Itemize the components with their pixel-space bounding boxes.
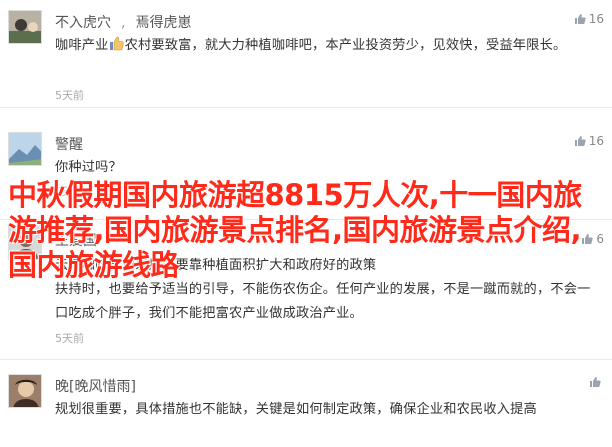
- avatar[interactable]: [8, 374, 42, 408]
- like-count: 16: [588, 12, 604, 26]
- thumbs-up-icon: [574, 14, 586, 24]
- overlay-headline[interactable]: 中秋假期国内旅游超8815万人次,十一国内旅游推荐,国内旅游景点排名,国内旅游景…: [8, 178, 608, 283]
- avatar[interactable]: [8, 132, 42, 166]
- thumbs-up-icon: [574, 136, 586, 146]
- username-separator: ,: [121, 15, 126, 31]
- comment-time: 5天前: [55, 332, 84, 345]
- comment-text-before: 咖啡产业: [55, 38, 109, 53]
- like-button[interactable]: 16: [574, 12, 604, 26]
- avatar-image-icon: [9, 375, 41, 407]
- like-button[interactable]: 16: [574, 134, 604, 148]
- thumbs-up-emoji-icon: [109, 34, 125, 58]
- comment-text: 咖啡产业 农村要致富，就大力种植咖啡吧，本产业投资劳少，见效快，受益年限长。: [55, 34, 602, 58]
- avatar-image-icon: [9, 133, 41, 165]
- username-part-1[interactable]: 不入虎穴: [55, 15, 111, 31]
- comment-text: 你种过吗？: [55, 160, 122, 175]
- like-button[interactable]: [589, 376, 604, 388]
- username[interactable]: 不入虎穴, 焉得虎崽: [55, 12, 191, 32]
- username[interactable]: 晚[晚风惜雨]: [55, 376, 136, 396]
- comment-text-after: 农村要致富，就大力种植咖啡吧，本产业投资劳少，见效快，受益年限长。: [124, 38, 567, 53]
- comment-text: 规划很重要，具体措施也不能缺，关键是如何制定政策，确保企业和农民收入提高: [55, 402, 537, 417]
- comment-1: 不入虎穴, 焉得虎崽 16 咖啡产业 农村要致富，就大力种植咖啡吧，本产业投资劳少，…: [0, 0, 612, 108]
- comment-text: 扶持时，也要给予适当的引导，不能伤农伤企。任何产业的发展，不是一蹴而就的，不会一…: [55, 282, 591, 321]
- thumbs-up-icon: [590, 377, 601, 387]
- username-part-2[interactable]: 焉得虎崽: [135, 15, 191, 31]
- username[interactable]: 警醒: [55, 134, 83, 154]
- comment-4: 晚[晚风惜雨] 规划很重要，具体措施也不能缺，关键是如何制定政策，确保企业和农民…: [0, 362, 612, 447]
- like-count: 16: [588, 134, 604, 148]
- avatar[interactable]: [8, 10, 42, 44]
- avatar-image-icon: [9, 11, 41, 43]
- comment-time: 5天前: [55, 89, 84, 102]
